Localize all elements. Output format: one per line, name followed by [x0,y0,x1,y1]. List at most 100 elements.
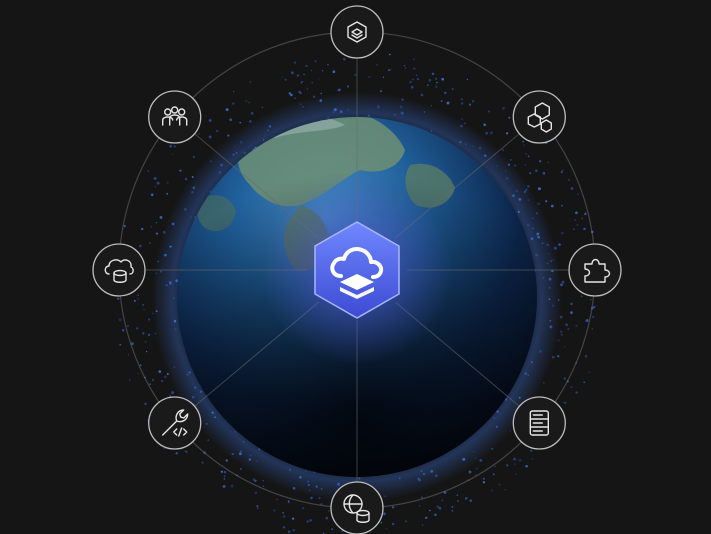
particle-dot [144,340,147,343]
particle-dot [293,61,297,64]
particle-dot [169,144,173,148]
particle-dot [534,169,538,173]
particle-dot [127,354,130,356]
particle-dot [139,364,142,367]
particle-dot [506,464,509,467]
particle-dot [276,498,278,501]
particle-dot [137,294,139,296]
particle-dot [155,221,158,224]
particle-dot [311,82,313,84]
particle-dot [156,232,159,235]
particle-dot [583,381,586,384]
node-upper-right[interactable] [512,90,566,144]
particle-dot [525,153,527,155]
particle-dot [508,116,511,119]
particle-dot [379,90,383,93]
particle-dot [140,227,144,231]
node-right[interactable] [568,243,622,297]
particle-dot [466,78,469,81]
particle-dot [410,85,414,89]
particle-dot [460,102,464,105]
node-left[interactable] [92,243,146,297]
node-circle [568,243,622,297]
particle-dot [589,299,592,301]
node-upper-left[interactable] [148,90,202,144]
particle-dot [530,449,533,452]
particle-dot [305,64,308,68]
particle-dot [483,123,487,127]
node-top[interactable] [330,5,384,59]
particle-dot [291,517,295,520]
particle-dot [563,345,566,348]
particle-dot [584,354,588,358]
particle-dot [388,53,391,56]
particle-dot [207,439,210,441]
particle-dot [539,160,542,163]
particle-dot [441,499,444,502]
particle-dot [482,477,485,480]
particle-dot [585,319,589,322]
particle-dot [391,505,395,509]
particle-dot [227,134,230,137]
particle-dot [570,302,573,306]
particle-dot [559,330,563,334]
particle-dot [513,457,516,461]
particle-dot [577,193,579,195]
particle-dot [287,500,290,502]
particle-dot [537,187,541,191]
diagram-canvas [92,5,622,534]
particle-dot [149,383,152,386]
particle-dot [389,69,392,71]
particle-dot [461,98,463,100]
particle-dot [461,118,463,120]
particle-dot [261,106,264,109]
particle-dot [321,70,324,72]
particle-dot [161,379,164,383]
particle-dot [429,509,431,512]
particle-dot [273,509,276,512]
particle-dot [223,478,226,480]
particle-dot [436,81,438,84]
particle-dot [284,78,287,81]
particle-dot [434,85,438,89]
particle-dot [314,60,317,63]
particle-dot [409,80,412,84]
particle-dot [509,159,512,161]
particle-dot [391,522,395,526]
particle-dot [469,499,472,502]
particle-dot [404,67,407,69]
particle-dot [158,370,162,373]
particle-dot [412,67,416,70]
particle-dot [482,481,486,484]
node-lower-right[interactable] [512,396,566,450]
particle-dot [591,328,593,330]
node-bottom[interactable] [330,481,384,534]
node-circle [148,90,202,144]
particle-dot [382,76,385,78]
particle-dot [184,177,188,181]
particle-dot [451,88,454,91]
node-lower-left[interactable] [148,396,202,450]
particle-dot [290,71,294,75]
particle-dot [225,108,229,112]
particle-dot [505,132,509,135]
particle-dot [262,479,264,482]
particle-dot [565,323,568,327]
particle-dot [575,211,578,215]
particle-dot [240,468,242,470]
particle-dot [451,505,454,508]
particle-dot [425,516,428,519]
particle-dot [421,524,424,526]
particle-dot [418,505,421,507]
particle-dot [451,509,454,512]
particle-dot [492,473,495,476]
particle-dot [126,324,129,327]
particle-dot [494,465,496,468]
particle-dot [192,155,195,158]
particle-dot [156,181,160,185]
particle-dot [404,520,408,523]
particle-dot [498,483,501,486]
particle-dot [133,299,136,302]
particle-dot [471,100,475,103]
particle-dot [208,119,212,122]
